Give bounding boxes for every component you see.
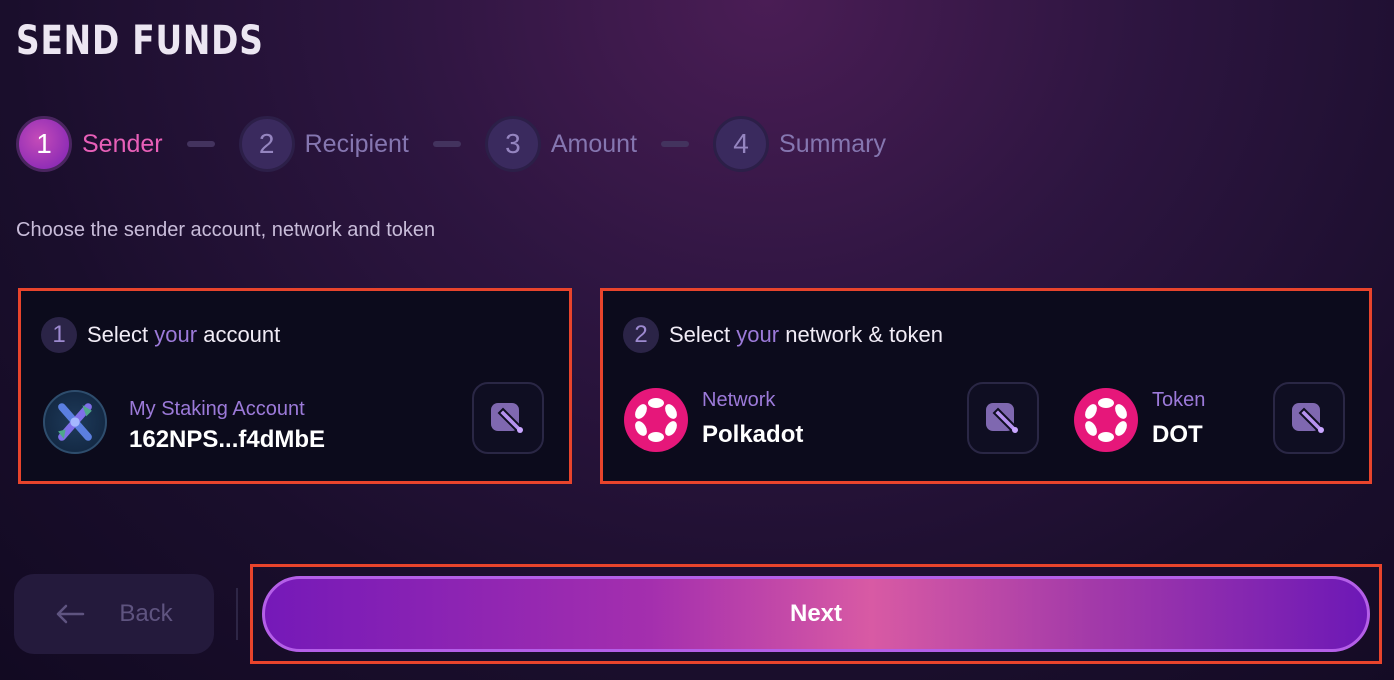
page-subtitle: Choose the sender account, network and t… (16, 219, 436, 241)
step-sender[interactable]: 1 Sender (16, 116, 163, 172)
step-number: 2 (238, 116, 295, 172)
heading-text-pre: Select (669, 322, 731, 347)
account-name: My Staking Account (129, 398, 305, 420)
arrow-left-icon (57, 604, 85, 624)
step-amount[interactable]: 3 Amount (484, 116, 638, 172)
heading-text-post: network & token (785, 322, 943, 347)
edit-pencil-icon (986, 403, 1020, 435)
step-label: Recipient (304, 129, 409, 158)
step-label: Summary (779, 129, 886, 158)
polkadot-network-icon (624, 388, 688, 452)
edit-account-button[interactable] (472, 382, 544, 454)
heading-text-post: account (203, 322, 281, 347)
step-number: 1 (16, 116, 72, 172)
step-label: Amount (550, 129, 638, 158)
step-connector (186, 141, 215, 147)
network-value: Polkadot (702, 421, 804, 448)
step-recipient[interactable]: 2 Recipient (238, 116, 409, 172)
step-connector (432, 141, 461, 147)
edit-network-button[interactable] (967, 382, 1039, 454)
token-value: DOT (1152, 421, 1203, 448)
button-divider (236, 588, 238, 640)
edit-token-button[interactable] (1273, 382, 1345, 454)
account-card-heading: 1 Select your account (41, 317, 280, 353)
edit-pencil-icon (1292, 403, 1326, 435)
next-label: Next (789, 600, 843, 627)
account-address: 162NPS...f4dMbE (129, 426, 326, 453)
page-title: SEND FUNDS (16, 18, 264, 64)
step-summary[interactable]: 4 Summary (713, 116, 886, 172)
network-label: Network (702, 389, 776, 411)
network-token-card: 2 Select your network & token Network Po… (600, 288, 1372, 484)
polkadot-token-icon (1074, 388, 1138, 452)
back-button[interactable]: Back (14, 574, 214, 654)
heading-highlight: your (736, 322, 780, 347)
account-avatar-icon (43, 390, 107, 454)
heading-highlight: your (154, 322, 198, 347)
stepper: 1 Sender 2 Recipient 3 Amount 4 Summary (16, 116, 886, 172)
account-card: 1 Select your account My Staking Account… (18, 288, 572, 484)
token-label: Token (1152, 389, 1206, 411)
step-badge: 1 (41, 317, 77, 353)
step-connector (661, 141, 690, 147)
step-number: 3 (484, 116, 541, 172)
step-number: 4 (713, 116, 770, 172)
edit-pencil-icon (491, 403, 525, 435)
heading-text-pre: Select (87, 322, 149, 347)
back-label: Back (119, 600, 173, 627)
step-badge: 2 (623, 317, 659, 353)
step-label: Sender (82, 129, 163, 158)
network-card-heading: 2 Select your network & token (623, 317, 943, 353)
next-button[interactable]: Next (262, 576, 1370, 652)
